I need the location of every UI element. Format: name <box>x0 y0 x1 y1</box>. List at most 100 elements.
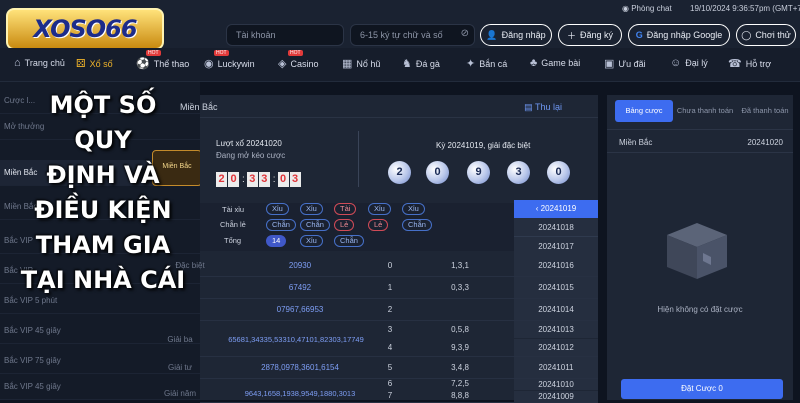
taixiu-chip: Xỉu <box>266 203 289 215</box>
countdown-label: Đang mở kéo cược <box>216 151 286 160</box>
table-row: 67492 1 0,3,3 20241015 <box>200 277 598 299</box>
prev-draw-title: Kỳ 20241019, giải đặc biệt <box>436 141 531 150</box>
logo[interactable]: XOSO66 <box>6 8 164 50</box>
eye-icon[interactable]: ⊘ <box>461 28 469 39</box>
logo-text: XOSO66 <box>33 15 137 43</box>
lucky-icon: ◉ <box>204 58 214 70</box>
datetime: 19/10/2024 9:36:57pm (GMT+7) <box>690 4 800 13</box>
filter-icon: ▤ <box>524 102 533 112</box>
chat-link[interactable]: ◉ Phòng chat <box>622 4 672 13</box>
countdown-digit: 3 <box>258 172 270 187</box>
chanle-chip: Lẻ <box>368 219 389 231</box>
chevron-left-icon: ‹ <box>535 204 539 213</box>
lottery-icon: ⚄ <box>76 58 86 70</box>
countdown: 20:33:03 <box>216 169 302 187</box>
panel-head: Miền Bắc ▤ Thu lại <box>180 100 598 118</box>
agent-icon: ☺ <box>670 57 682 69</box>
taixiu-label: Tài xỉu <box>222 205 245 214</box>
nav-item-slots[interactable]: ▦ Nổ hũ <box>342 57 380 70</box>
nav-item-luckywin[interactable]: HOT ◉ Luckywin <box>204 50 255 70</box>
login-button[interactable]: 👤 Đăng nhập <box>480 24 552 46</box>
period-item[interactable]: 20241018 <box>514 218 598 237</box>
lottery-panel: Miền Bắc ▤ Thu lại Lượt xổ 20241020 Đang… <box>164 95 598 403</box>
support-icon: ☎ <box>728 58 742 70</box>
overlay-line: ĐỊNH VÀ <box>46 161 160 189</box>
divider <box>358 131 359 187</box>
password-input[interactable]: 6-15 ký tự chữ và số ⊘ <box>350 24 475 46</box>
user-plus-icon: ＋ <box>566 30 576 41</box>
username-input[interactable]: Tài khoản <box>226 24 344 46</box>
place-bet-button[interactable]: Đặt Cược 0 <box>621 379 783 399</box>
chanle-chip: Lẻ <box>334 219 355 231</box>
period-active[interactable]: ‹ 20241019 <box>514 200 598 218</box>
nav-item-home[interactable]: ⌂ Trang chủ <box>14 57 65 69</box>
slip-header: Miền Bắc 20241020 <box>607 129 793 153</box>
result-ball: 2 <box>388 161 411 184</box>
tab-bet-slip[interactable]: Bảng cược <box>615 100 673 122</box>
empty-message: Hiện không có đặt cược <box>657 305 743 314</box>
result-ball: 9 <box>467 161 490 184</box>
countdown-digit: 3 <box>289 172 301 187</box>
results-table: Đặc biệt 20930 0 1,3,1 20241016 67492 1 … <box>164 255 598 403</box>
countdown-digit: 0 <box>228 172 239 187</box>
collapse-toggle[interactable]: ▤ Thu lại <box>524 102 562 113</box>
slip-region: Miền Bắc <box>619 138 653 147</box>
overlay-line: MỘT SỐ QUY <box>49 91 157 154</box>
overlay-line: ĐIỀU KIỆN <box>34 196 172 224</box>
tong-label: Tổng <box>224 236 242 245</box>
taixiu-chip: Xỉu <box>368 203 391 215</box>
tong-chip: Chẵn <box>334 235 364 247</box>
taixiu-chip: Xỉu <box>300 203 323 215</box>
google-login-button[interactable]: G Đăng nhập Google <box>628 24 730 46</box>
taixiu-chip: Tài <box>334 203 357 215</box>
casino-icon: ◈ <box>278 58 287 70</box>
gift-icon: ▣ <box>604 58 615 70</box>
overlay-line: THAM GIA <box>35 231 171 259</box>
table-row: 07967,66953 2 20241014 <box>200 299 598 321</box>
play-icon: ◯ <box>741 29 752 40</box>
nav-item-fishing[interactable]: ✦ Bắn cá <box>466 57 507 70</box>
empty-box-icon <box>667 223 727 279</box>
tab-unpaid[interactable]: Chưa thanh toán <box>673 100 737 122</box>
register-button[interactable]: ＋ Đăng ký <box>558 24 622 46</box>
nav-item-cockfight[interactable]: ♞ Đá gà <box>402 57 440 70</box>
chat-icon: ◉ <box>622 4 629 13</box>
result-ball: 0 <box>426 161 449 184</box>
tong-chip: 14 <box>266 235 287 247</box>
main-nav: ⌂ Trang chủ ⚄ Xổ số HOT ⚽ Thể thao HOT ◉ Lucky… <box>0 48 800 82</box>
chanle-chip: Chẵn <box>300 219 330 231</box>
chanle-chip: Chẵn <box>402 219 432 231</box>
period-item[interactable]: 20241017 <box>514 237 598 256</box>
table-row: Giải ba 65681,34335,53310,47101,82303,17… <box>167 321 598 357</box>
countdown-digit: 3 <box>246 172 258 187</box>
countdown-digit: 2 <box>216 172 227 187</box>
fish-icon: ✦ <box>466 58 476 70</box>
nav-item-lottery[interactable]: ⚄ Xổ số <box>76 57 113 70</box>
chanle-chip: Chẵn <box>266 219 296 231</box>
slot-icon: ▦ <box>342 58 353 70</box>
nav-item-cardgames[interactable]: ♣ Game bài <box>530 57 580 69</box>
table-row: Giải năm 9643,1658,1938,9549,1880,3013 6… <box>164 379 598 403</box>
result-ball: 3 <box>507 161 530 184</box>
user-icon: 👤 <box>486 29 498 40</box>
region-name: Miền Bắc <box>180 102 218 112</box>
nav-item-casino[interactable]: HOT ◈ Casino <box>278 50 318 70</box>
chanle-label: Chẵn lẻ <box>220 220 246 229</box>
nav-item-promotions[interactable]: ▣ Ưu đãi <box>604 57 646 70</box>
slip-period: 20241020 <box>747 138 783 147</box>
nav-item-agent[interactable]: ☺ Đại lý <box>670 57 708 69</box>
trial-button[interactable]: ◯ Chơi thử <box>736 24 796 46</box>
nav-item-sports[interactable]: HOT ⚽ Thể thao <box>136 50 189 70</box>
tab-paid[interactable]: Đã thanh toán <box>737 100 793 122</box>
result-ball: 0 <box>547 161 570 184</box>
draw-title: Lượt xổ 20241020 <box>216 139 282 148</box>
stats-box: Tài xỉu Xỉu Xỉu Tài Xỉu Xỉu Chẵn lẻ Chẵn… <box>200 203 514 251</box>
table-row: Đặc biệt 20930 0 1,3,1 20241016 <box>175 255 598 277</box>
cards-icon: ♣ <box>530 57 538 69</box>
rooster-icon: ♞ <box>402 58 412 70</box>
sports-icon: ⚽ <box>136 58 150 70</box>
home-icon: ⌂ <box>14 57 21 69</box>
nav-item-support[interactable]: ☎ Hỗ trợ <box>728 57 771 70</box>
countdown-digit: 0 <box>277 172 289 187</box>
taixiu-chip: Xỉu <box>402 203 425 215</box>
